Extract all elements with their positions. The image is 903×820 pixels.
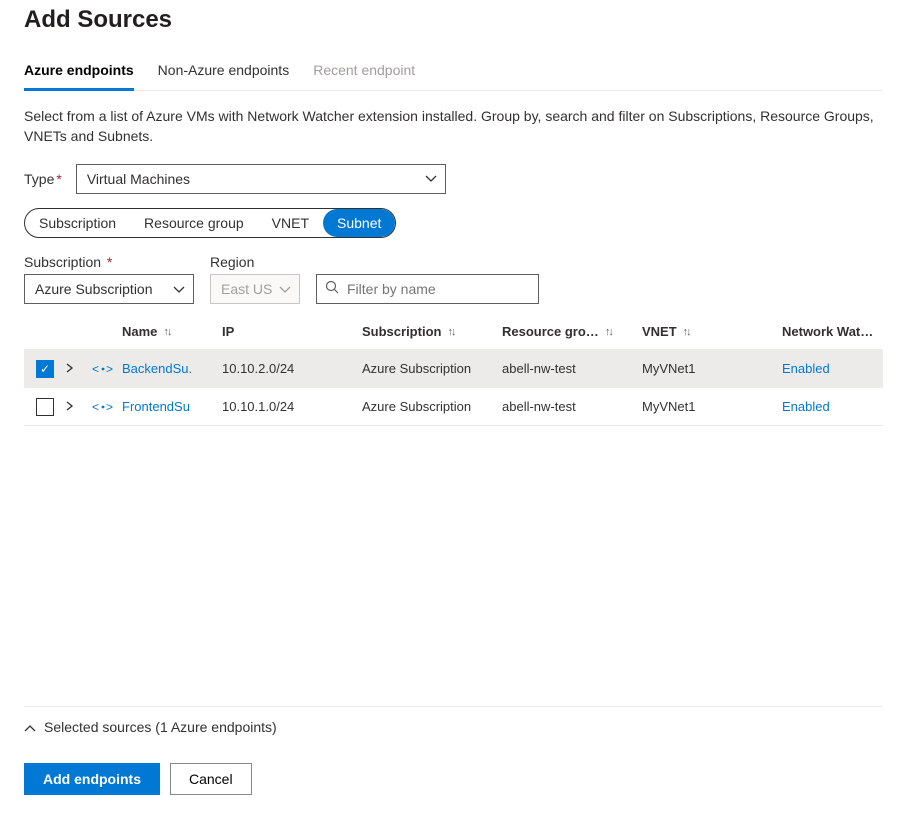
row-subscription: Azure Subscription (362, 361, 502, 376)
selected-summary-text: Selected sources (1 Azure endpoints) (44, 719, 277, 735)
expand-chevron-icon[interactable] (66, 400, 92, 414)
subnet-icon: <> (92, 361, 114, 377)
chevron-down-icon (173, 281, 185, 297)
svg-text:<: < (92, 400, 99, 414)
sort-icon: ↑↓ (605, 326, 612, 338)
type-select-value: Virtual Machines (87, 171, 190, 187)
subscription-filter-label: Subscription * (24, 254, 194, 270)
row-vnet: MyVNet1 (642, 361, 782, 376)
row-ip: 10.10.1.0/24 (222, 399, 362, 414)
row-checkbox[interactable]: ✓ (36, 360, 54, 378)
row-vnet: MyVNet1 (642, 399, 782, 414)
subscription-dropdown[interactable]: Azure Subscription (24, 274, 194, 304)
tab-azure-endpoints[interactable]: Azure endpoints (24, 62, 134, 91)
region-dropdown-value: East US (221, 281, 272, 297)
svg-text:<: < (92, 362, 99, 376)
filter-search-input[interactable] (345, 280, 530, 298)
type-select[interactable]: Virtual Machines (76, 164, 446, 194)
results-grid: Name↑↓ IP Subscription↑↓ Resource gro…↑↓… (24, 314, 883, 426)
col-name[interactable]: Name↑↓ (122, 324, 222, 339)
col-ip[interactable]: IP (222, 324, 362, 339)
pill-subnet[interactable]: Subnet (323, 209, 395, 237)
description-text: Select from a list of Azure VMs with Net… (24, 107, 883, 146)
sort-icon: ↑↓ (163, 326, 170, 338)
row-subscription: Azure Subscription (362, 399, 502, 414)
row-ip: 10.10.2.0/24 (222, 361, 362, 376)
row-checkbox[interactable] (36, 398, 54, 416)
table-row[interactable]: ✓ <> BackendSu. 10.10.2.0/24 Azure Subsc… (24, 350, 883, 388)
pill-resource-group[interactable]: Resource group (130, 209, 258, 237)
filter-search[interactable] (316, 274, 539, 304)
region-filter-label: Region (210, 254, 300, 270)
col-network-watcher[interactable]: Network Wat… (782, 324, 903, 339)
chevron-down-icon (425, 172, 437, 186)
row-resource-group: abell-nw-test (502, 361, 642, 376)
grid-header: Name↑↓ IP Subscription↑↓ Resource gro…↑↓… (24, 314, 883, 350)
sort-icon: ↑↓ (447, 326, 454, 338)
col-resource-group[interactable]: Resource gro…↑↓ (502, 324, 642, 339)
cancel-button[interactable]: Cancel (170, 763, 252, 795)
table-row[interactable]: <> FrontendSu 10.10.1.0/24 Azure Subscri… (24, 388, 883, 426)
region-dropdown: East US (210, 274, 300, 304)
type-label: Type* (24, 171, 62, 187)
row-name-link[interactable]: BackendSu. (122, 361, 222, 376)
tab-recent-endpoint: Recent endpoint (313, 62, 415, 91)
search-icon (325, 280, 339, 299)
selected-sources-bar[interactable]: Selected sources (1 Azure endpoints) (24, 706, 883, 747)
row-resource-group: abell-nw-test (502, 399, 642, 414)
col-vnet[interactable]: VNET↑↓ (642, 324, 782, 339)
col-subscription[interactable]: Subscription↑↓ (362, 324, 502, 339)
pill-subscription[interactable]: Subscription (25, 209, 130, 237)
svg-text:>: > (106, 362, 113, 376)
row-watcher-link[interactable]: Enabled (782, 361, 903, 376)
tab-non-azure-endpoints[interactable]: Non-Azure endpoints (158, 62, 290, 91)
subscription-dropdown-value: Azure Subscription (35, 281, 153, 297)
chevron-down-icon (279, 281, 291, 297)
svg-text:>: > (106, 400, 113, 414)
row-name-link[interactable]: FrontendSu (122, 399, 222, 414)
subnet-icon: <> (92, 399, 114, 415)
group-by-pills: Subscription Resource group VNET Subnet (24, 208, 396, 238)
row-watcher-link[interactable]: Enabled (782, 399, 903, 414)
tabs: Azure endpoints Non-Azure endpoints Rece… (24, 62, 883, 91)
pill-vnet[interactable]: VNET (258, 209, 323, 237)
expand-chevron-icon[interactable] (66, 362, 92, 376)
chevron-up-icon (24, 719, 36, 735)
add-endpoints-button[interactable]: Add endpoints (24, 763, 160, 795)
page-title: Add Sources (24, 6, 883, 34)
sort-icon: ↑↓ (683, 326, 690, 338)
